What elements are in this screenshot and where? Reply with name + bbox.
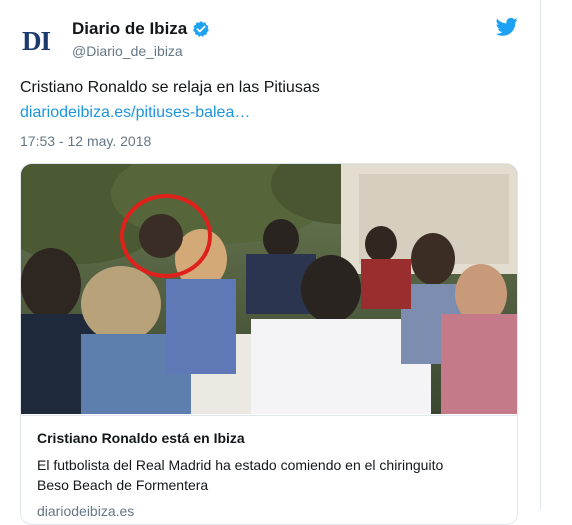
tweet-link[interactable]: diariodeibiza.es/pitiuses-balea… bbox=[20, 104, 250, 122]
tweet-header: DI Diario de Ibiza @Diario_de_ibiza bbox=[20, 14, 520, 62]
avatar[interactable]: DI bbox=[22, 26, 62, 56]
verified-badge-icon bbox=[193, 21, 210, 37]
embedded-tweet[interactable]: DI Diario de Ibiza @Diario_de_ibiza Cris… bbox=[0, 0, 540, 525]
author-handle[interactable]: @Diario_de_ibiza bbox=[72, 43, 183, 59]
card-title[interactable]: Cristiano Ronaldo está en Ibiza bbox=[37, 430, 245, 446]
card-body: Cristiano Ronaldo está en Ibiza El futbo… bbox=[21, 415, 517, 519]
link-card[interactable]: Cristiano Ronaldo está en Ibiza El futbo… bbox=[20, 163, 518, 525]
card-photo[interactable] bbox=[21, 164, 517, 414]
card-domain[interactable]: diariodeibiza.es bbox=[37, 503, 134, 519]
tweet-timestamp[interactable]: 17:53 - 12 may. 2018 bbox=[20, 133, 151, 149]
tweet-text: Cristiano Ronaldo se relaja en las Pitiu… bbox=[20, 79, 320, 96]
twitter-bird-icon[interactable] bbox=[496, 17, 518, 37]
author-name-row: Diario de Ibiza bbox=[72, 19, 210, 39]
timeline-divider bbox=[540, 0, 541, 510]
author-display-name[interactable]: Diario de Ibiza bbox=[72, 19, 187, 39]
card-description: El futbolista del Real Madrid ha estado … bbox=[37, 457, 444, 493]
